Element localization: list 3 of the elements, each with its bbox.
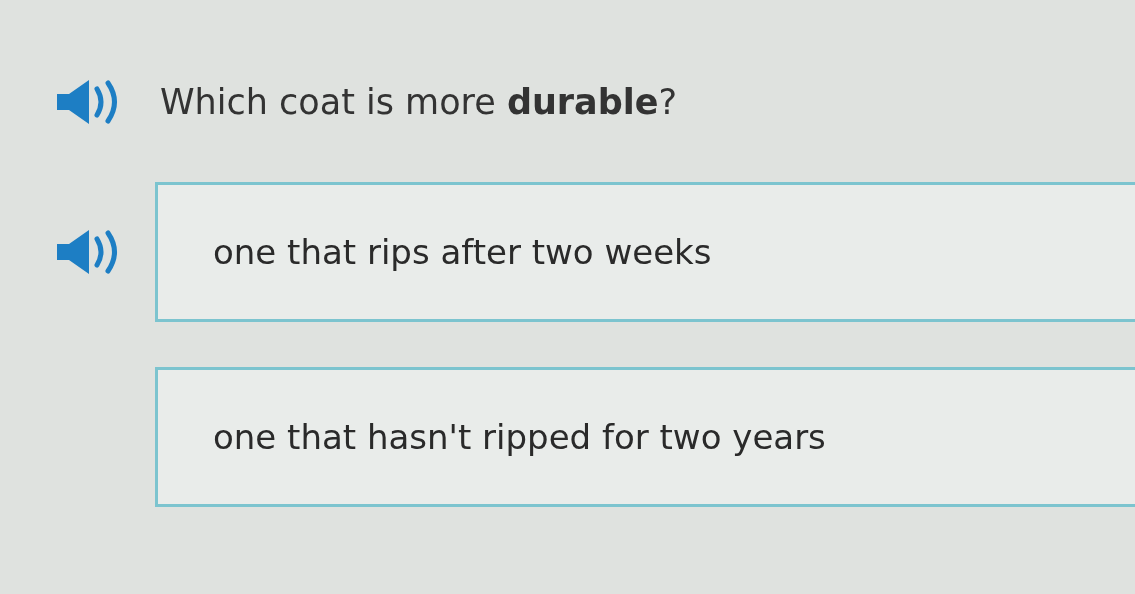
answer-option[interactable]: one that hasn't ripped for two years: [155, 367, 1135, 507]
question-text: Which coat is more durable?: [160, 80, 678, 124]
answer-option[interactable]: one that rips after two weeks: [155, 182, 1135, 322]
